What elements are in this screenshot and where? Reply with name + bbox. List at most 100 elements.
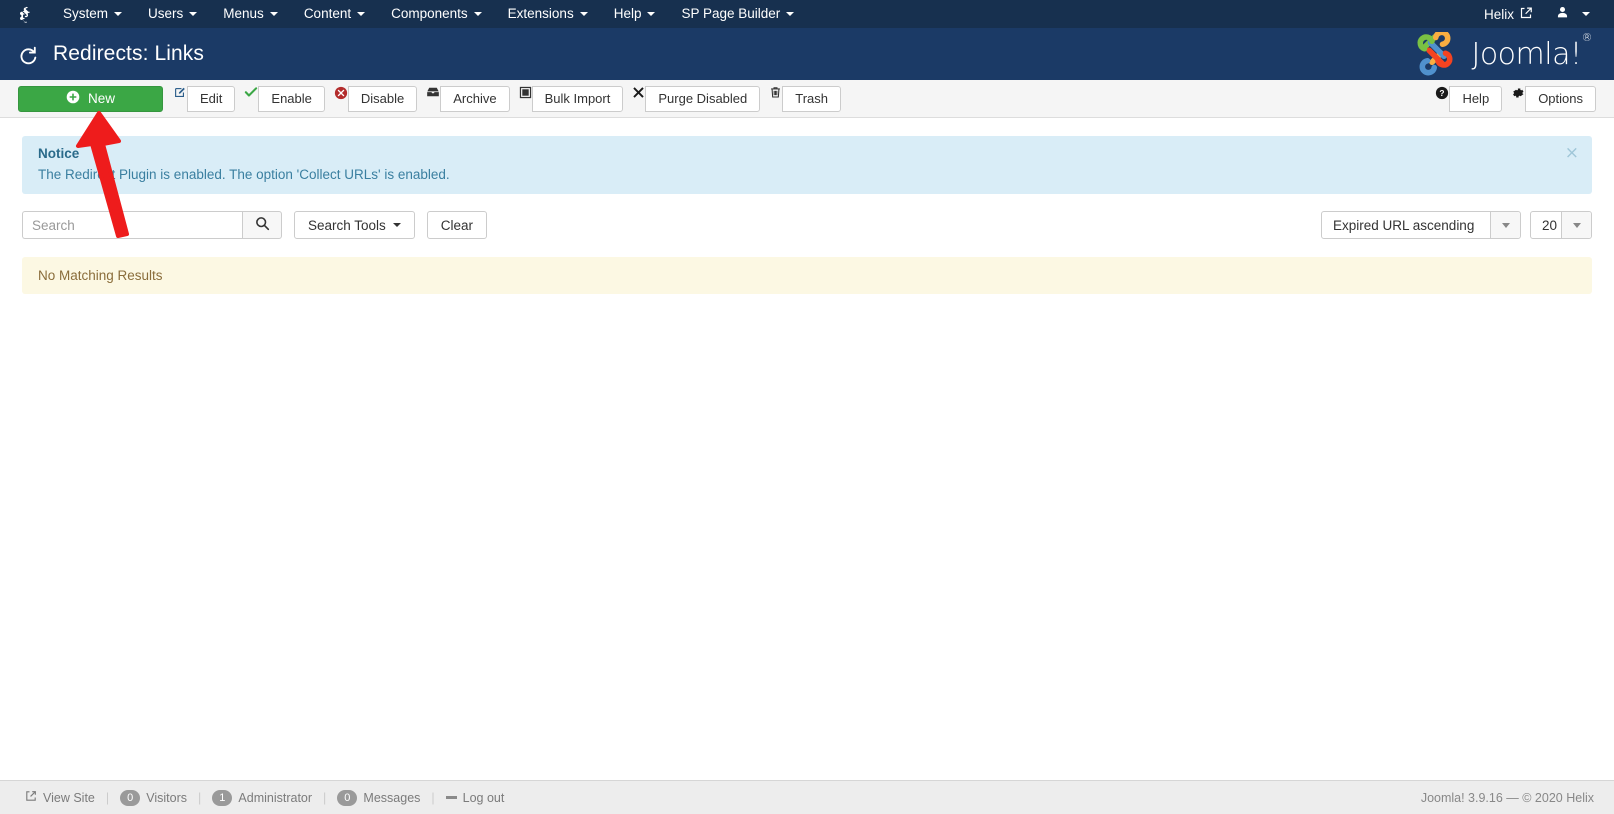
minus-icon [445, 796, 457, 799]
administrator-badge: 1 [212, 789, 233, 806]
edit-button[interactable]: Edit [174, 85, 236, 112]
purge-disabled-button-label: Purge Disabled [645, 85, 761, 112]
chevron-down-icon [114, 12, 123, 16]
disable-button-label: Disable [347, 85, 418, 112]
archive-button[interactable]: Archive [426, 85, 510, 112]
toolbar: New Edit Enable Disable Archive Bulk Imp… [0, 80, 1614, 118]
logout-link[interactable]: Log out [435, 791, 516, 805]
annotation-arrow [76, 111, 129, 238]
search-tools-label: Search Tools [308, 217, 386, 233]
options-button[interactable]: Options [1511, 85, 1596, 112]
search-input[interactable] [22, 211, 242, 239]
menu-item-menus[interactable]: Menus [210, 0, 291, 28]
search-icon [255, 216, 270, 234]
filter-bar: Search Tools Clear Expired URL ascending… [22, 211, 1592, 239]
admin-top-menu-bar: System Users Menus Content Components Ex… [0, 0, 1614, 28]
toolbar-right-group: ? Help Options [1435, 85, 1596, 112]
no-results-message: No Matching Results [22, 257, 1592, 294]
notice-message: The Redirect Plugin is enabled. The opti… [38, 167, 450, 182]
chevron-down-icon [1582, 12, 1590, 16]
sort-select[interactable]: Expired URL ascending [1321, 211, 1521, 239]
visitors-item[interactable]: 0 Visitors [109, 789, 198, 806]
close-icon[interactable]: × [1565, 145, 1579, 162]
user-menu-button[interactable] [1544, 0, 1604, 28]
joomla-wordmark-text: Joomla! [1471, 36, 1582, 72]
page-title: Redirects: Links [53, 42, 204, 65]
edit-button-label: Edit [187, 85, 236, 112]
redo-arrow-icon [18, 44, 39, 65]
menu-item-label: Users [148, 6, 184, 21]
chevron-down-icon [786, 12, 795, 16]
joomla-logo-icon[interactable] [14, 4, 40, 24]
menu-item-label: Help [613, 6, 642, 21]
disable-button[interactable]: Disable [334, 85, 418, 112]
clear-button[interactable]: Clear [426, 211, 488, 239]
administrator-label: Administrator [238, 790, 313, 805]
edit-pencil-icon [174, 86, 187, 112]
options-button-label: Options [1525, 85, 1596, 112]
status-bar: View Site | 0 Visitors | 1 Administrator… [0, 780, 1614, 814]
menu-item-help[interactable]: Help [601, 0, 669, 28]
joomla-wordmark: Joomla!® [1471, 31, 1592, 72]
purge-disabled-button[interactable]: Purge Disabled [632, 85, 761, 112]
enable-button-label: Enable [258, 85, 325, 112]
view-site-link[interactable]: View Site [14, 790, 106, 805]
clear-button-label: Clear [440, 217, 474, 233]
menu-item-users[interactable]: Users [135, 0, 210, 28]
check-icon [244, 86, 258, 112]
main-content: Notice The Redirect Plugin is enabled. T… [0, 136, 1614, 294]
new-button[interactable]: New [18, 85, 163, 112]
registered-mark: ® [1581, 30, 1593, 44]
page-header: Redirects: Links Joomla!® [0, 28, 1614, 80]
search-submit-button[interactable] [242, 211, 282, 239]
chevron-down-icon [269, 12, 278, 16]
menu-item-components[interactable]: Components [378, 0, 495, 28]
visitors-badge: 0 [120, 789, 141, 806]
search-group [22, 211, 282, 239]
menu-item-label: System [63, 6, 109, 21]
chevron-down-icon [357, 12, 366, 16]
menu-item-sp-page-builder[interactable]: SP Page Builder [668, 0, 807, 28]
archive-button-label: Archive [440, 85, 510, 112]
user-icon [1556, 6, 1569, 22]
menu-item-label: Menus [223, 6, 264, 21]
bulk-import-icon [519, 86, 532, 112]
joomla-mark-icon [1417, 32, 1453, 76]
limit-select[interactable]: 20 [1530, 211, 1592, 239]
chevron-down-icon [1490, 212, 1520, 238]
menu-item-extensions[interactable]: Extensions [495, 0, 601, 28]
external-link-icon [1520, 7, 1532, 22]
filter-right-group: Expired URL ascending 20 [1321, 211, 1592, 239]
menu-item-label: Extensions [507, 6, 574, 21]
enable-button[interactable]: Enable [244, 85, 325, 112]
gear-icon [1511, 86, 1525, 112]
visitors-label: Visitors [146, 790, 188, 805]
site-name-link[interactable]: Helix [1472, 0, 1544, 28]
messages-label: Messages [363, 790, 421, 805]
menu-item-system[interactable]: System [50, 0, 135, 28]
copyright-text: Joomla! 3.9.16 — © 2020 Helix [1420, 790, 1594, 805]
trash-icon [769, 86, 782, 112]
limit-select-value: 20 [1542, 217, 1558, 233]
messages-item[interactable]: 0 Messages [326, 789, 431, 806]
admin-page: System Users Menus Content Components Ex… [0, 0, 1614, 814]
times-icon [632, 86, 645, 112]
menu-item-content[interactable]: Content [291, 0, 378, 28]
search-tools-button[interactable]: Search Tools [294, 211, 415, 239]
notice-alert: Notice The Redirect Plugin is enabled. T… [22, 136, 1592, 194]
logout-label: Log out [462, 790, 505, 805]
view-site-label: View Site [43, 790, 95, 805]
sort-select-value: Expired URL ascending [1333, 217, 1475, 233]
admin-menu-items: System Users Menus Content Components Ex… [50, 0, 807, 28]
archive-box-icon [426, 86, 440, 112]
svg-text:?: ? [1440, 88, 1445, 98]
chevron-down-icon [189, 12, 198, 16]
help-button[interactable]: ? Help [1435, 85, 1503, 112]
messages-badge: 0 [337, 789, 358, 806]
bulk-import-button[interactable]: Bulk Import [519, 85, 624, 112]
trash-button[interactable]: Trash [769, 85, 841, 112]
joomla-brand-logo: Joomla!® [1414, 31, 1592, 76]
bulk-import-button-label: Bulk Import [531, 85, 624, 112]
menu-item-label: Content [303, 6, 352, 21]
administrator-item[interactable]: 1 Administrator [201, 789, 323, 806]
